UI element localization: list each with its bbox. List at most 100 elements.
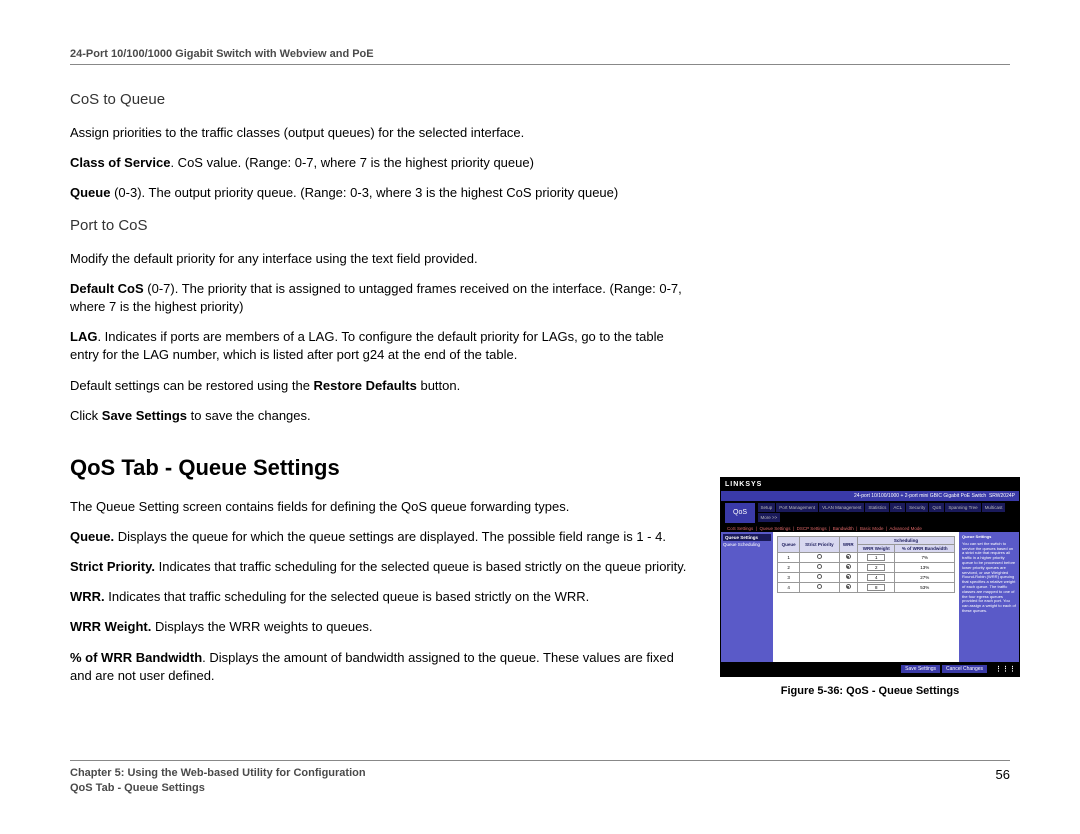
restore-text-b: button.	[417, 378, 460, 393]
tab-acl: ACL	[890, 503, 905, 512]
qos-intro: The Queue Setting screen contains fields…	[70, 498, 690, 516]
page-footer: Chapter 5: Using the Web-based Utility f…	[70, 760, 1010, 794]
sidebar-header: Queue Settings	[723, 534, 771, 541]
restore-defaults-label: Restore Defaults	[314, 378, 417, 393]
class-of-service-label: Class of Service	[70, 155, 170, 170]
table-row: 3427%	[778, 572, 955, 582]
tab-multicast: Multicast	[982, 503, 1006, 512]
brand-logo: LINKSYS	[725, 481, 762, 488]
cell-strict	[800, 552, 839, 562]
right-panel-text: You can set the switch to service the qu…	[962, 542, 1016, 614]
model-text: SRW2024P	[989, 493, 1015, 499]
wrr-label: WRR.	[70, 589, 105, 604]
wrr-bandwidth-para: % of WRR Bandwidth. Displays the amount …	[70, 649, 690, 685]
wrr-bandwidth-label: % of WRR Bandwidth	[70, 650, 202, 665]
figure-main: Queue Strict Priority WRR Scheduling WRR…	[773, 532, 959, 662]
subnav-queue: Queue Settings	[759, 526, 790, 531]
qos-queue-para: Queue. Displays the queue for which the …	[70, 528, 690, 546]
subnav-cos: CoS Settings	[727, 526, 753, 531]
nav-current-tab: QoS	[725, 503, 755, 523]
footer-section: QoS Tab - Queue Settings	[70, 782, 1010, 794]
cell-strict	[800, 582, 839, 592]
port-to-cos-heading: Port to CoS	[70, 215, 690, 236]
tab-port-mgmt: Port Management	[776, 503, 818, 512]
cell-pct: 13%	[895, 562, 955, 572]
cell-queue: 1	[778, 552, 800, 562]
wrr-weight-para: WRR Weight. Displays the WRR weights to …	[70, 618, 690, 636]
class-of-service-text: . CoS value. (Range: 0-7, where 7 is the…	[170, 155, 533, 170]
cell-pct: 7%	[895, 552, 955, 562]
restore-defaults-para: Default settings can be restored using t…	[70, 377, 690, 395]
col-wrr: WRR	[839, 536, 857, 552]
tab-spanning-tree: Spanning Tree	[945, 503, 980, 512]
cell-wrr-weight: 2	[858, 562, 895, 572]
cell-wrr	[839, 582, 857, 592]
text-column: CoS to Queue Assign priorities to the tr…	[70, 83, 690, 697]
queue-para: Queue (0-3). The output priority queue. …	[70, 184, 690, 202]
cell-wrr-weight: 4	[858, 572, 895, 582]
figure-sidebar: Queue Settings Queue Scheduling	[721, 532, 773, 662]
product-header: 24-Port 10/100/1000 Gigabit Switch with …	[70, 48, 1010, 60]
save-settings-para: Click Save Settings to save the changes.	[70, 407, 690, 425]
table-row: 4 853%	[778, 582, 955, 592]
cell-queue: 4	[778, 582, 800, 592]
strict-priority-para: Strict Priority. Indicates that traffic …	[70, 558, 690, 576]
figure-right-panel: Queue Settings You can set the switch to…	[959, 532, 1019, 662]
col-scheduling: Scheduling	[858, 536, 955, 544]
cell-wrr-weight: 1	[858, 552, 895, 562]
figure-footer: Save Settings Cancel Changes ⋮⋮⋮	[721, 662, 1019, 676]
scheduling-table: Queue Strict Priority WRR Scheduling WRR…	[777, 536, 955, 593]
figure-subnav: CoS Settings | Queue Settings | DSCP Set…	[721, 525, 1019, 532]
figure-screenshot: LINKSYS 24-port 10/100/1000 + 2-port min…	[720, 477, 1020, 677]
port-to-cos-intro: Modify the default priority for any inte…	[70, 250, 690, 268]
subnav-bandwidth: Bandwidth	[833, 526, 854, 531]
page-number: 56	[996, 767, 1010, 782]
save-settings-label: Save Settings	[102, 408, 187, 423]
queue-label: Queue	[70, 185, 110, 200]
col-pct: % of WRR Bandwidth	[895, 544, 955, 552]
cell-strict	[800, 562, 839, 572]
figure-titlebar: LINKSYS	[721, 478, 1019, 491]
subnav-dscp: DSCP Settings	[797, 526, 827, 531]
subnav-basic: Basic Mode	[860, 526, 884, 531]
nav-tabs: Setup Port Management VLAN Management St…	[757, 503, 1015, 523]
figure-banner: 24-port 10/100/1000 + 2-port mini GBIC G…	[721, 491, 1019, 501]
lag-text: . Indicates if ports are members of a LA…	[70, 329, 664, 362]
default-cos-text: (0-7). The priority that is assigned to …	[70, 281, 682, 314]
footer-chapter: Chapter 5: Using the Web-based Utility f…	[70, 767, 366, 782]
cell-wrr	[839, 562, 857, 572]
tab-vlan-mgmt: VLAN Management	[819, 503, 864, 512]
cos-to-queue-heading: CoS to Queue	[70, 89, 690, 110]
queue-text: (0-3). The output priority queue. (Range…	[110, 185, 618, 200]
qos-queue-label: Queue.	[70, 529, 114, 544]
content-area: CoS to Queue Assign priorities to the tr…	[70, 83, 1010, 697]
cell-pct: 53%	[895, 582, 955, 592]
save-settings-button: Save Settings	[901, 665, 940, 673]
cell-pct: 27%	[895, 572, 955, 582]
lag-para: LAG. Indicates if ports are members of a…	[70, 328, 690, 364]
default-cos-para: Default CoS (0-7). The priority that is …	[70, 280, 690, 316]
qos-tab-heading: QoS Tab - Queue Settings	[70, 453, 690, 484]
cell-wrr	[839, 552, 857, 562]
tab-qos: QoS	[929, 503, 944, 512]
cell-wrr	[839, 572, 857, 582]
figure-body: Queue Settings Queue Scheduling Queue St…	[721, 532, 1019, 662]
cisco-logo-icon: ⋮⋮⋮	[995, 665, 1016, 673]
right-panel-title: Queue Settings	[962, 535, 1016, 540]
cell-wrr-weight: 8	[858, 582, 895, 592]
cos-to-queue-intro: Assign priorities to the traffic classes…	[70, 124, 690, 142]
tab-security: Security	[906, 503, 928, 512]
header-divider	[70, 64, 1010, 65]
lag-label: LAG	[70, 329, 97, 344]
cancel-changes-button: Cancel Changes	[942, 665, 987, 673]
figure-caption: Figure 5-36: QoS - Queue Settings	[720, 685, 1020, 697]
sidebar-item-queue-scheduling: Queue Scheduling	[723, 542, 771, 547]
class-of-service-para: Class of Service. CoS value. (Range: 0-7…	[70, 154, 690, 172]
wrr-para: WRR. Indicates that traffic scheduling f…	[70, 588, 690, 606]
figure-nav: QoS Setup Port Management VLAN Managemen…	[721, 501, 1019, 525]
col-strict: Strict Priority	[800, 536, 839, 552]
figure-block: LINKSYS 24-port 10/100/1000 + 2-port min…	[720, 477, 1020, 697]
restore-text-a: Default settings can be restored using t…	[70, 378, 314, 393]
qos-queue-text: Displays the queue for which the queue s…	[114, 529, 666, 544]
save-text-b: to save the changes.	[187, 408, 311, 423]
